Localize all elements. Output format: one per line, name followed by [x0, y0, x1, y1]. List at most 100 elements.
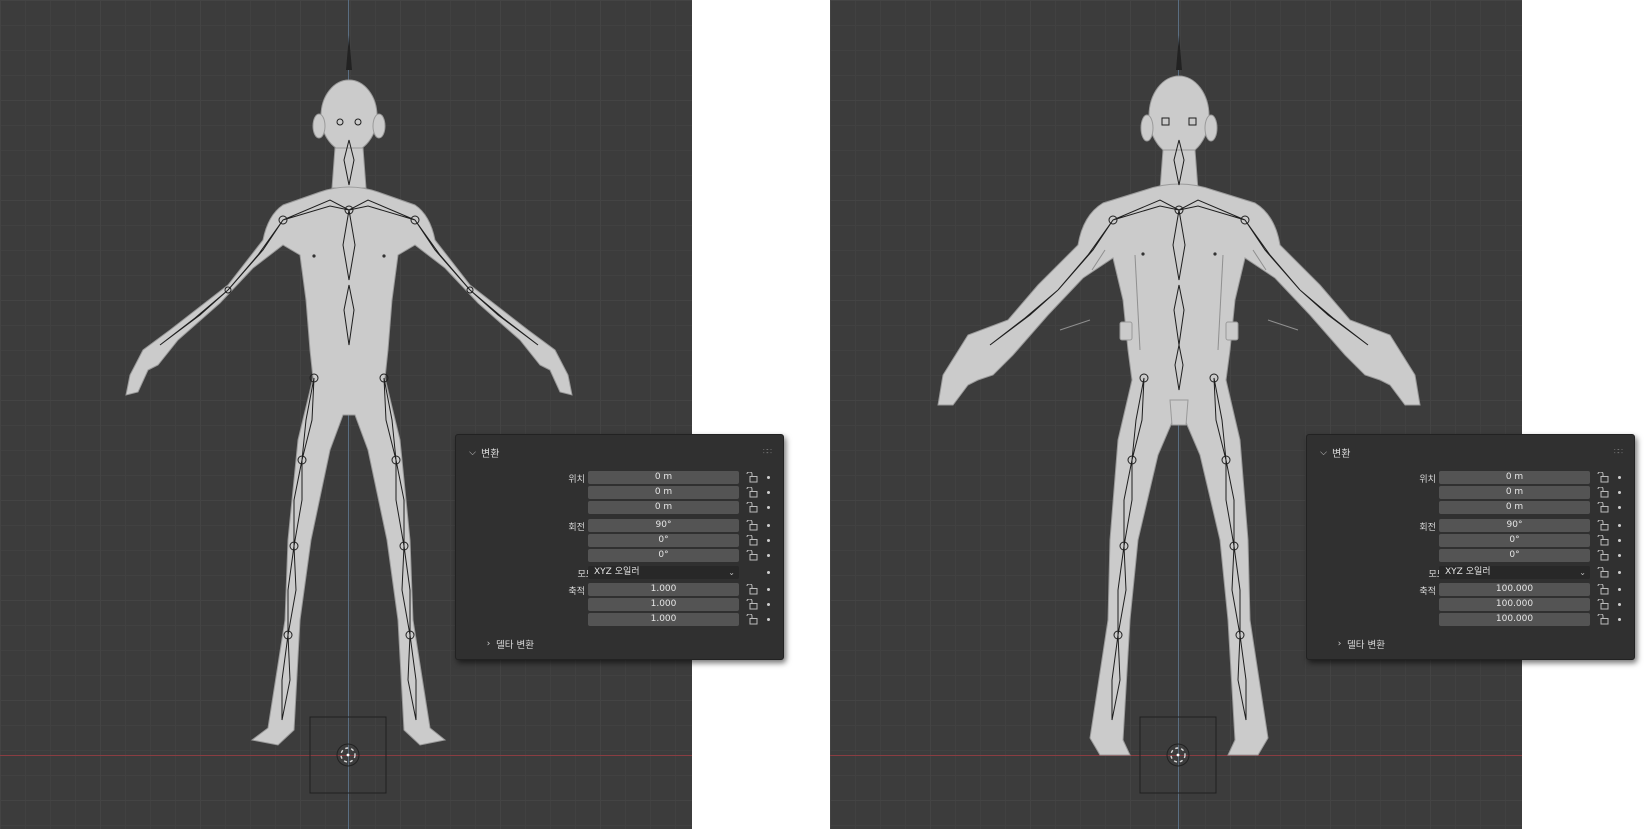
- unlocked-padlock-icon[interactable]: [1597, 502, 1609, 513]
- clothed-mesh-with-armature[interactable]: [830, 0, 1522, 829]
- unlocked-padlock-icon[interactable]: [746, 614, 758, 625]
- keyframe-dot-icon[interactable]: [1618, 554, 1621, 557]
- unlocked-padlock-icon[interactable]: [746, 550, 758, 561]
- delta-transform-label: 델타 변환: [1347, 640, 1385, 651]
- scale-y-field[interactable]: 1.000: [588, 598, 739, 611]
- unlocked-padlock-icon[interactable]: [746, 502, 758, 513]
- rotation-z-field[interactable]: 0°: [588, 549, 739, 562]
- keyframe-dot-icon[interactable]: [767, 524, 770, 527]
- keyframe-dot-icon[interactable]: [767, 588, 770, 591]
- viewport-right[interactable]: ⌵ 변환 ∷∷ 위치 X 0 m Y 0 m Z 0 m 회전 X 90°: [830, 0, 1635, 829]
- rotation-z-field[interactable]: 0°: [1439, 549, 1590, 562]
- rotation-x-field[interactable]: 90°: [1439, 519, 1590, 532]
- keyframe-dot-icon[interactable]: [767, 571, 770, 574]
- unlocked-padlock-icon[interactable]: [746, 584, 758, 595]
- rotation-mode-select[interactable]: XYZ 오일러 ⌄: [1439, 566, 1590, 579]
- unlocked-padlock-icon[interactable]: [1597, 520, 1609, 531]
- rotation-y-row: Y 0°: [456, 534, 783, 548]
- unlocked-padlock-icon[interactable]: [1597, 599, 1609, 610]
- drag-grip-icon[interactable]: ∷∷: [1614, 447, 1623, 456]
- keyframe-dot-icon[interactable]: [1618, 491, 1621, 494]
- unlocked-padlock-icon[interactable]: [746, 520, 758, 531]
- scale-x-row: 축적 X 1.000: [456, 583, 783, 597]
- keyframe-dot-icon[interactable]: [1618, 588, 1621, 591]
- keyframe-dot-icon[interactable]: [767, 554, 770, 557]
- location-z-field[interactable]: 0 m: [1439, 501, 1590, 514]
- unlocked-padlock-icon[interactable]: [1597, 535, 1609, 546]
- scale-y-row: Y 1.000: [456, 598, 783, 612]
- rotation-z-row: Z 0°: [456, 549, 783, 563]
- scale-z-field[interactable]: 100.000: [1439, 613, 1590, 626]
- keyframe-dot-icon[interactable]: [1618, 524, 1621, 527]
- transform-panel[interactable]: ⌵ 변환 ∷∷ 위치 X 0 m Y 0 m Z 0 m 회전 X 90°: [455, 434, 784, 660]
- location-x-row: 위치 X 0 m: [1307, 471, 1634, 485]
- keyframe-dot-icon[interactable]: [767, 618, 770, 621]
- unlocked-padlock-icon[interactable]: [746, 535, 758, 546]
- keyframe-dot-icon[interactable]: [1618, 603, 1621, 606]
- unlocked-padlock-icon[interactable]: [1597, 487, 1609, 498]
- rotation-mode-select[interactable]: XYZ 오일러 ⌄: [588, 566, 739, 579]
- chevron-down-icon: ⌄: [1579, 568, 1586, 577]
- scale-z-field[interactable]: 1.000: [588, 613, 739, 626]
- keyframe-dot-icon[interactable]: [1618, 506, 1621, 509]
- transform-panel-header[interactable]: ⌵ 변환: [468, 445, 499, 461]
- chevron-down-icon: ⌄: [728, 568, 735, 577]
- scale-x-field[interactable]: 1.000: [588, 583, 739, 596]
- human-mesh-with-armature[interactable]: [0, 0, 692, 829]
- rotation-y-row: Y 0°: [1307, 534, 1634, 548]
- scale-x-field[interactable]: 100.000: [1439, 583, 1590, 596]
- head-top-bone: [346, 35, 352, 70]
- head-top-bone: [1176, 35, 1182, 70]
- transform-panel[interactable]: ⌵ 변환 ∷∷ 위치 X 0 m Y 0 m Z 0 m 회전 X 90°: [1306, 434, 1635, 660]
- viewport-left[interactable]: ⌵ 변환 ∷∷ 위치 X 0 m Y 0 m Z 0 m 회전 X 90°: [0, 0, 784, 829]
- location-z-row: Z 0 m: [1307, 501, 1634, 515]
- rotation-y-field[interactable]: 0°: [1439, 534, 1590, 547]
- keyframe-dot-icon[interactable]: [767, 491, 770, 494]
- rotation-x-row: 회전 X 90°: [1307, 519, 1634, 533]
- scale-y-row: Y 100.000: [1307, 598, 1634, 612]
- unlocked-padlock-icon[interactable]: [1597, 614, 1609, 625]
- 3d-cursor-icon[interactable]: [1139, 716, 1217, 794]
- location-x-row: 위치 X 0 m: [456, 471, 783, 485]
- keyframe-dot-icon[interactable]: [767, 603, 770, 606]
- chevron-down-icon: ⌵: [1320, 447, 1327, 458]
- chest-mark: [312, 254, 316, 258]
- keyframe-dot-icon[interactable]: [1618, 539, 1621, 542]
- location-x-field[interactable]: 0 m: [588, 471, 739, 484]
- panel-title: 변환: [1332, 449, 1351, 460]
- unlocked-padlock-icon[interactable]: [1597, 472, 1609, 483]
- chest-mark: [1141, 252, 1145, 256]
- location-z-field[interactable]: 0 m: [588, 501, 739, 514]
- unlocked-padlock-icon[interactable]: [746, 487, 758, 498]
- unlocked-padlock-icon[interactable]: [746, 599, 758, 610]
- scale-y-field[interactable]: 100.000: [1439, 598, 1590, 611]
- keyframe-dot-icon[interactable]: [1618, 476, 1621, 479]
- scale-z-row: Z 100.000: [1307, 613, 1634, 627]
- unlocked-padlock-icon[interactable]: [1597, 550, 1609, 561]
- delta-transform-header[interactable]: › 델타 변환: [1335, 637, 1385, 651]
- rotation-y-field[interactable]: 0°: [588, 534, 739, 547]
- transform-panel-header[interactable]: ⌵ 변환: [1319, 445, 1351, 461]
- delta-transform-header[interactable]: › 델타 변환: [484, 637, 534, 651]
- rotation-x-field[interactable]: 90°: [588, 519, 739, 532]
- location-y-field[interactable]: 0 m: [588, 486, 739, 499]
- unlocked-padlock-icon[interactable]: [746, 472, 758, 483]
- rotation-mode-row: 모드 XYZ 오일러 ⌄: [1307, 566, 1634, 580]
- chest-mark: [1213, 252, 1217, 256]
- drag-grip-icon[interactable]: ∷∷: [763, 447, 772, 456]
- location-y-row: Y 0 m: [1307, 486, 1634, 500]
- unlocked-padlock-icon[interactable]: [1597, 567, 1609, 578]
- location-z-row: Z 0 m: [456, 501, 783, 515]
- keyframe-dot-icon[interactable]: [767, 476, 770, 479]
- 3d-cursor-icon[interactable]: [309, 716, 387, 794]
- location-y-field[interactable]: 0 m: [1439, 486, 1590, 499]
- chest-mark: [382, 254, 386, 258]
- keyframe-dot-icon[interactable]: [1618, 618, 1621, 621]
- location-y-row: Y 0 m: [456, 486, 783, 500]
- keyframe-dot-icon[interactable]: [767, 506, 770, 509]
- chevron-down-icon: ⌵: [469, 447, 476, 458]
- keyframe-dot-icon[interactable]: [1618, 571, 1621, 574]
- location-x-field[interactable]: 0 m: [1439, 471, 1590, 484]
- unlocked-padlock-icon[interactable]: [1597, 584, 1609, 595]
- keyframe-dot-icon[interactable]: [767, 539, 770, 542]
